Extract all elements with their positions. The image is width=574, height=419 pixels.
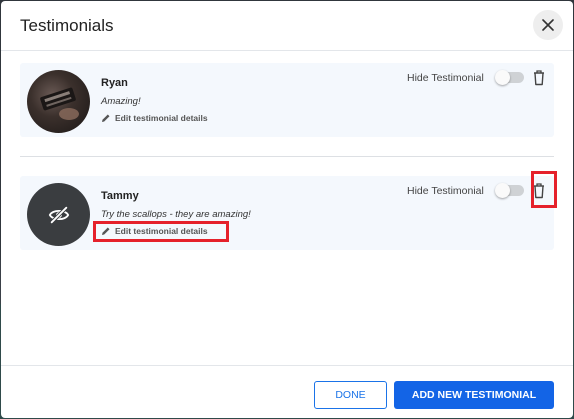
pencil-icon [102, 114, 110, 122]
edit-testimonial-link[interactable]: Edit testimonial details [101, 113, 208, 123]
testimonial-card: Tammy Try the scallops - they are amazin… [20, 176, 554, 250]
testimonial-quote: Amazing! [101, 96, 141, 107]
testimonial-quote: Try the scallops - they are amazing! [101, 209, 251, 220]
toggle-knob [495, 183, 510, 198]
hide-testimonial-label: Hide Testimonial [407, 185, 484, 197]
modal-footer: DONE ADD NEW TESTIMONIAL [1, 365, 573, 418]
trash-icon[interactable] [532, 182, 546, 199]
testimonial-name: Ryan [101, 77, 128, 89]
toggle-knob [495, 70, 510, 85]
pencil-icon [102, 227, 110, 235]
edit-testimonial-label: Edit testimonial details [115, 113, 208, 123]
avatar [27, 183, 90, 246]
done-button[interactable]: DONE [314, 381, 387, 409]
trash-icon[interactable] [532, 69, 546, 86]
avatar [27, 70, 90, 133]
add-new-testimonial-button[interactable]: ADD NEW TESTIMONIAL [394, 381, 554, 409]
close-icon [542, 19, 554, 31]
testimonials-modal: Testimonials Ryan Amazing! Edit testimon… [1, 1, 573, 418]
close-button[interactable] [533, 10, 563, 40]
hide-testimonial-label: Hide Testimonial [407, 72, 484, 84]
card-divider [20, 156, 554, 157]
modal-title: Testimonials [20, 16, 114, 35]
testimonial-name: Tammy [101, 190, 139, 202]
avatar-photo-icon [40, 87, 79, 120]
edit-testimonial-label: Edit testimonial details [115, 226, 208, 236]
edit-testimonial-link[interactable]: Edit testimonial details [101, 226, 208, 236]
hide-testimonial-toggle[interactable] [495, 183, 524, 198]
hide-testimonial-toggle[interactable] [495, 70, 524, 85]
modal-header: Testimonials [1, 1, 573, 51]
eye-slash-icon [48, 205, 69, 224]
testimonial-card: Ryan Amazing! Edit testimonial details H… [20, 63, 554, 137]
